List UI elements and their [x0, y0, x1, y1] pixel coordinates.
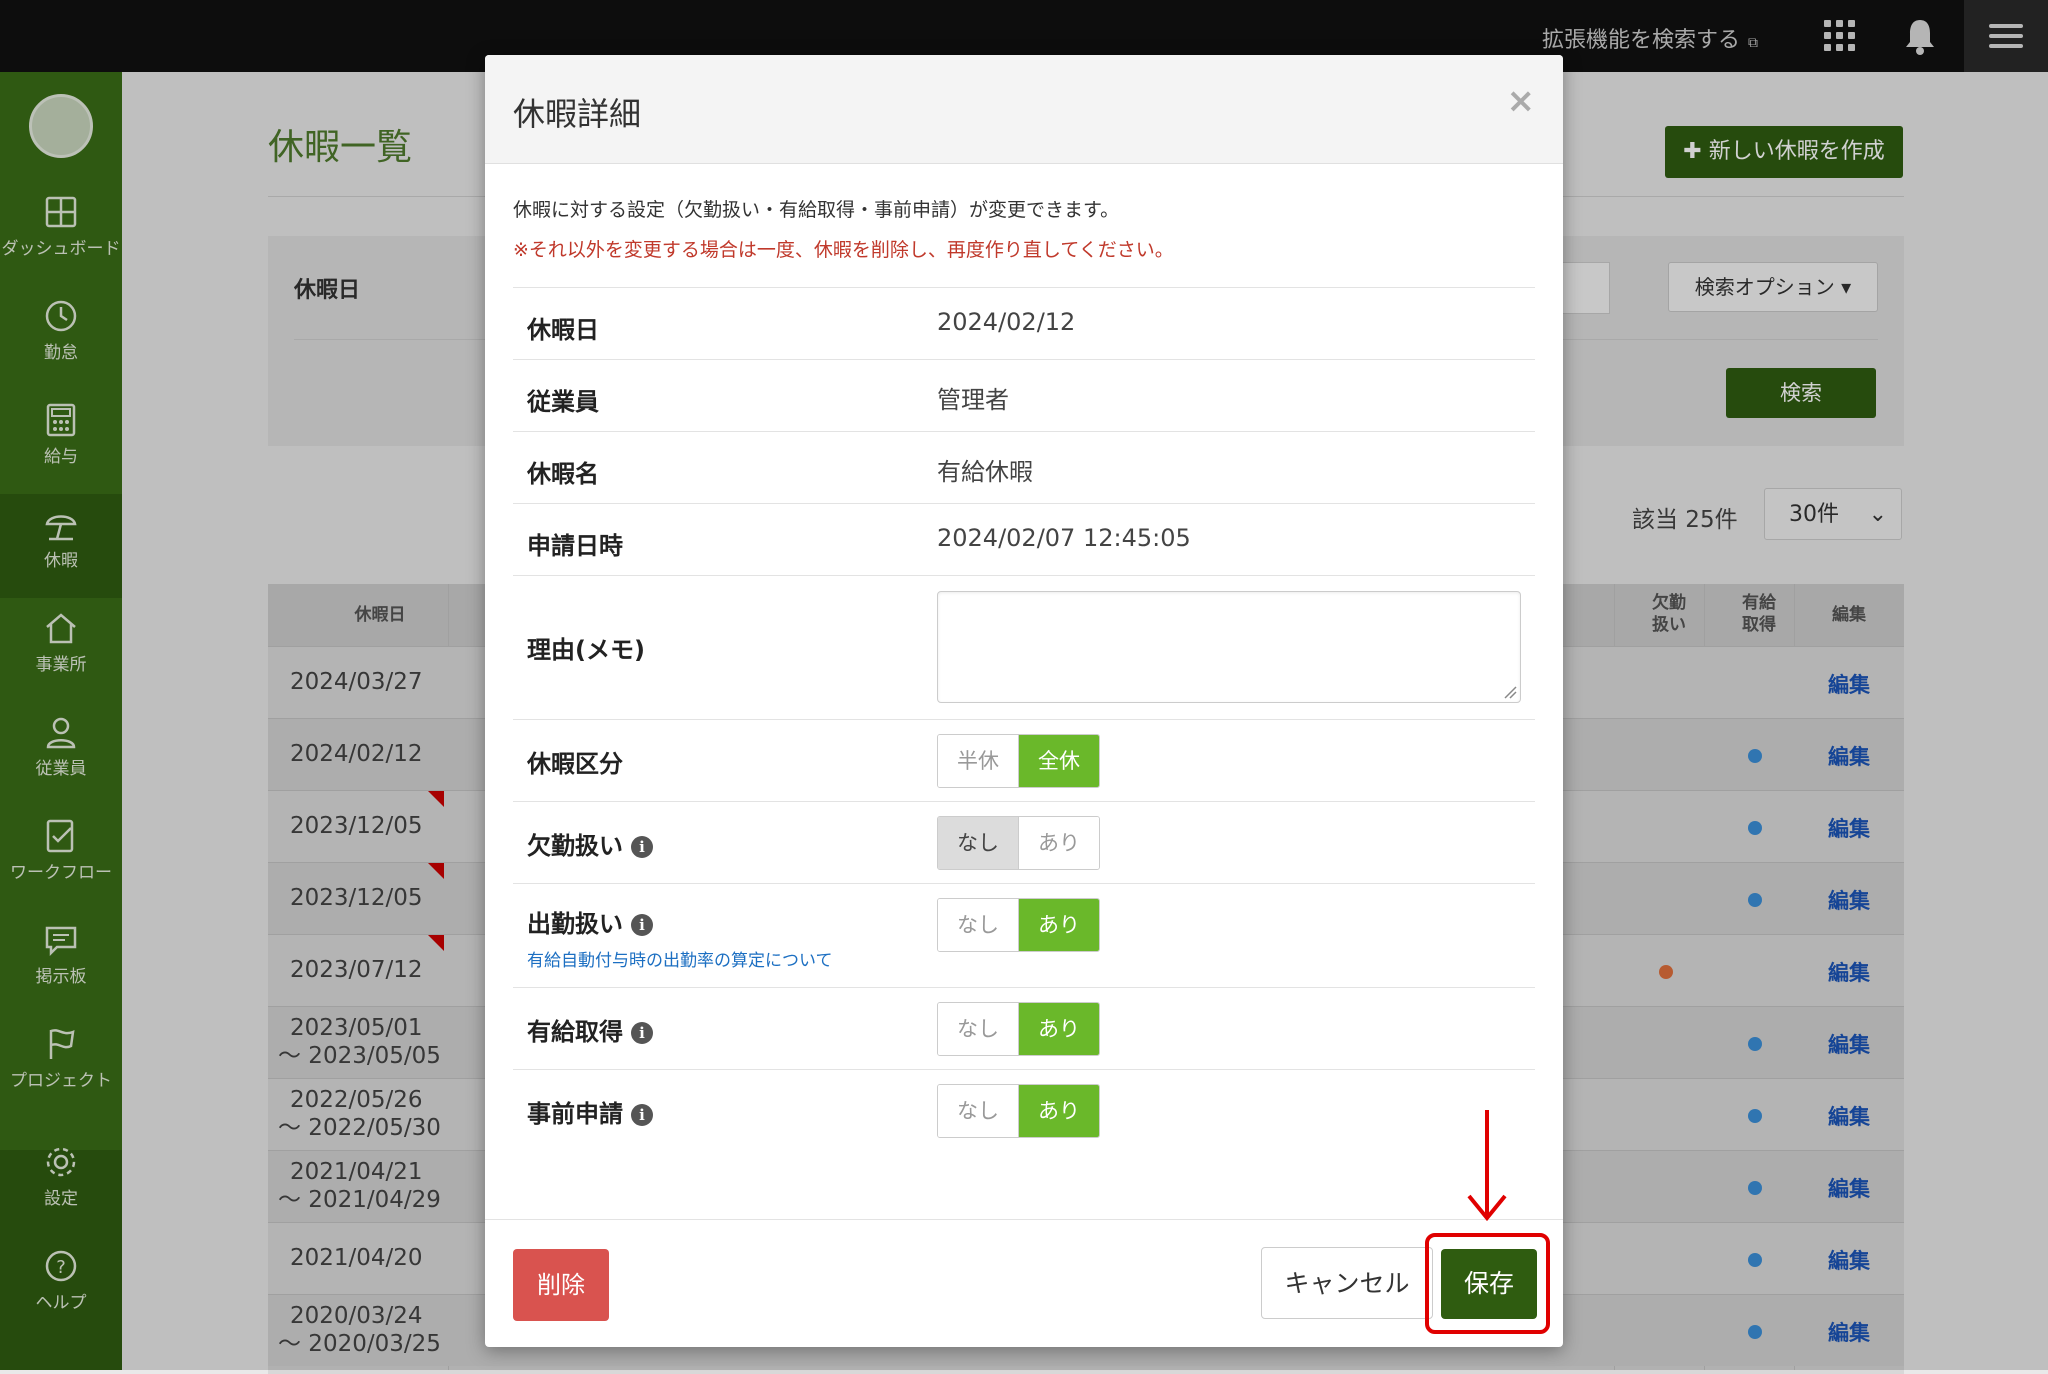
- modal-header: 休暇詳細 ×: [485, 55, 1563, 164]
- modal-description: 休暇に対する設定（欠勤扱い・有給取得・事前申請）が変更できます。: [513, 199, 1120, 221]
- absence-toggle: なし あり: [937, 816, 1100, 870]
- prior-option-yes[interactable]: あり: [1018, 1085, 1099, 1137]
- field-value-applied-at: 2024/02/07 12:45:05: [937, 524, 1191, 552]
- category-option-half[interactable]: 半休: [938, 735, 1018, 787]
- field-row-absence: 欠勤扱い i なし あり: [513, 801, 1535, 884]
- cancel-button[interactable]: キャンセル: [1261, 1247, 1433, 1319]
- prior-toggle: なし あり: [937, 1084, 1100, 1138]
- field-value-employee: 管理者: [937, 386, 1009, 414]
- field-label-category: 休暇区分: [527, 750, 623, 778]
- attendance-option-yes[interactable]: あり: [1018, 899, 1099, 951]
- field-label-prior: 事前申請 i: [527, 1094, 653, 1129]
- field-row-applied-at: 申請日時 2024/02/07 12:45:05: [513, 503, 1535, 576]
- info-icon[interactable]: i: [631, 836, 653, 858]
- field-row-employee: 従業員 管理者: [513, 359, 1535, 432]
- save-button-highlight: [1425, 1233, 1550, 1334]
- absence-option-none[interactable]: なし: [938, 817, 1018, 869]
- attendance-toggle: なし あり: [937, 898, 1100, 952]
- info-icon[interactable]: i: [631, 914, 653, 936]
- modal-warning: ※それ以外を変更する場合は一度、休暇を削除し、再度作り直してください。: [513, 239, 1174, 261]
- close-icon[interactable]: ×: [1507, 81, 1536, 121]
- memo-textarea[interactable]: [937, 591, 1521, 703]
- field-row-category: 休暇区分 半休 全休: [513, 719, 1535, 802]
- red-arrow-annotation: [1467, 1110, 1507, 1222]
- field-row-date: 休暇日 2024/02/12: [513, 287, 1535, 360]
- resize-grip-icon[interactable]: [1503, 685, 1517, 699]
- field-value-date: 2024/02/12: [937, 308, 1076, 336]
- field-label-absence: 欠勤扱い i: [527, 826, 653, 861]
- absence-option-yes[interactable]: あり: [1018, 817, 1099, 869]
- field-label-attendance: 出勤扱い i: [527, 904, 653, 939]
- modal-title: 休暇詳細: [513, 95, 642, 133]
- info-icon[interactable]: i: [631, 1104, 653, 1126]
- field-label-memo: 理由(メモ): [527, 636, 645, 664]
- attendance-rate-link[interactable]: 有給自動付与時の出勤率の算定について: [527, 946, 833, 971]
- field-label-absence-text: 欠勤扱い: [527, 832, 623, 860]
- field-label-employee: 従業員: [527, 388, 599, 416]
- field-row-prior: 事前申請 i なし あり: [513, 1069, 1535, 1152]
- field-label-prior-text: 事前申請: [527, 1100, 623, 1128]
- field-label-paid: 有給取得 i: [527, 1012, 653, 1047]
- modal-footer-divider: [485, 1219, 1563, 1220]
- field-label-applied-at: 申請日時: [527, 532, 623, 560]
- leave-detail-modal: 休暇詳細 × 休暇に対する設定（欠勤扱い・有給取得・事前申請）が変更できます。 …: [485, 55, 1563, 1347]
- field-value-leave-name: 有給休暇: [937, 458, 1033, 486]
- field-label-leave-name: 休暇名: [527, 460, 599, 488]
- field-row-paid: 有給取得 i なし あり: [513, 987, 1535, 1070]
- attendance-option-none[interactable]: なし: [938, 899, 1018, 951]
- prior-option-none[interactable]: なし: [938, 1085, 1018, 1137]
- field-label-date: 休暇日: [527, 316, 599, 344]
- paid-toggle: なし あり: [937, 1002, 1100, 1056]
- category-option-full[interactable]: 全休: [1018, 735, 1099, 787]
- field-label-paid-text: 有給取得: [527, 1018, 623, 1046]
- category-toggle: 半休 全休: [937, 734, 1100, 788]
- delete-button[interactable]: 削除: [513, 1249, 609, 1321]
- info-icon[interactable]: i: [631, 1022, 653, 1044]
- paid-option-none[interactable]: なし: [938, 1003, 1018, 1055]
- field-row-attendance: 出勤扱い i 有給自動付与時の出勤率の算定について なし あり: [513, 883, 1535, 988]
- field-row-leave-name: 休暇名 有給休暇: [513, 431, 1535, 504]
- paid-option-yes[interactable]: あり: [1018, 1003, 1099, 1055]
- field-label-attendance-text: 出勤扱い: [527, 910, 623, 938]
